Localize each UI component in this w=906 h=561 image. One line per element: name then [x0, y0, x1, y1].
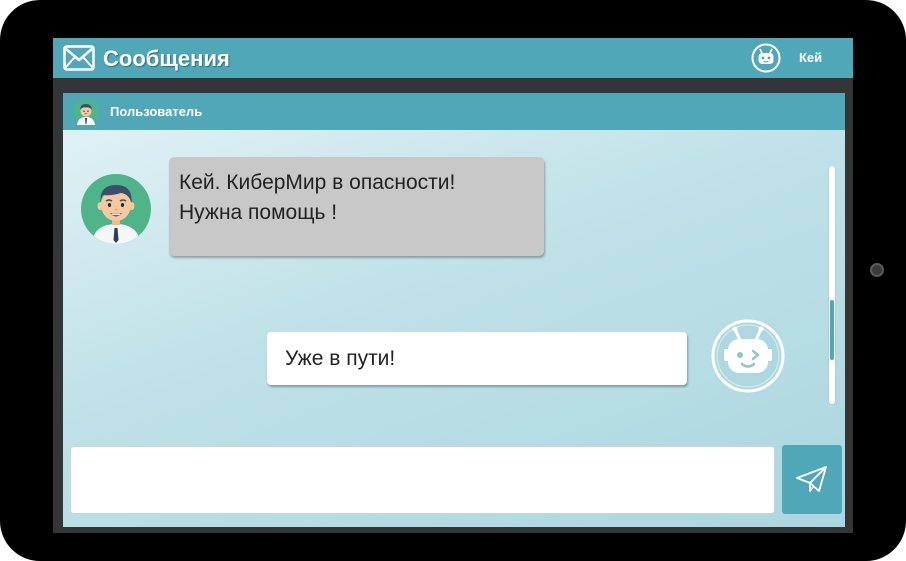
chat-scrollbar[interactable] — [829, 166, 835, 404]
message-text: Нужна помощь ! — [179, 201, 338, 224]
robot-avatar — [711, 319, 785, 393]
camera-icon — [870, 263, 884, 277]
message-bubble-outgoing: Уже в пути! — [267, 332, 687, 385]
message-bubble-incoming: Кей. КиберМир в опасности! Нужна помощь … — [169, 157, 544, 256]
top-bar: Сообщения Кей — [53, 38, 853, 78]
chat-contact-name: Пользователь — [110, 104, 203, 119]
user-avatar-icon — [73, 99, 99, 125]
send-button[interactable] — [782, 445, 842, 514]
user-avatar — [81, 174, 151, 244]
chat-window: Пользователь Кей. КиберМир в опасности! … — [63, 93, 845, 527]
message-text: Кей. КиберМир в опасности! — [179, 171, 456, 194]
chat-header: Пользователь — [63, 93, 845, 130]
paper-plane-icon — [796, 466, 827, 492]
app-screen: Сообщения Кей Пользователь Кей. КиберМир… — [53, 38, 853, 533]
current-user-name: Кей — [799, 50, 823, 65]
robot-icon[interactable] — [751, 43, 781, 73]
page-title: Сообщения — [103, 46, 230, 71]
scrollbar-thumb[interactable] — [830, 300, 834, 360]
message-text: Уже в пути! — [285, 347, 396, 370]
message-input[interactable] — [70, 446, 775, 514]
envelope-icon[interactable] — [63, 45, 95, 71]
tablet-frame: Сообщения Кей Пользователь Кей. КиберМир… — [0, 0, 906, 561]
